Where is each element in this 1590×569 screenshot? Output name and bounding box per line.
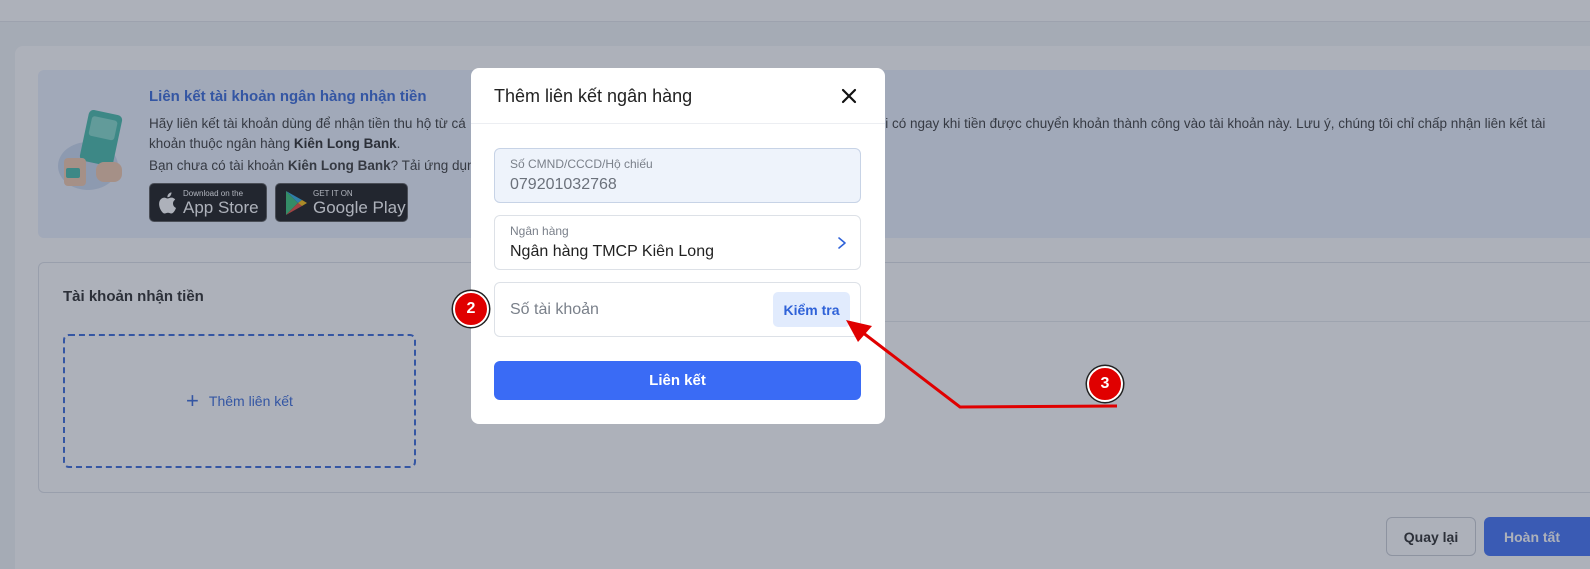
annotation-step-3: 3	[1087, 366, 1123, 402]
annotation-step-2: 2	[453, 291, 489, 327]
modal-header: Thêm liên kết ngân hàng	[471, 68, 885, 124]
account-number-field: Kiểm tra	[494, 282, 861, 337]
link-submit-button[interactable]: Liên kết	[494, 361, 861, 400]
add-bank-link-modal: Thêm liên kết ngân hàng Số CMND/CCCD/Hộ …	[471, 68, 885, 424]
modal-title: Thêm liên kết ngân hàng	[494, 86, 693, 106]
id-number-field[interactable]: Số CMND/CCCD/Hộ chiếu 079201032768	[494, 148, 861, 203]
chevron-right-icon	[838, 237, 846, 249]
bank-label: Ngân hàng	[510, 224, 569, 238]
close-button[interactable]	[837, 84, 861, 108]
id-number-value: 079201032768	[510, 176, 617, 193]
check-button[interactable]: Kiểm tra	[773, 292, 850, 327]
account-number-input[interactable]	[510, 299, 760, 321]
close-icon	[841, 88, 857, 104]
id-number-label: Số CMND/CCCD/Hộ chiếu	[510, 157, 653, 171]
bank-value: Ngân hàng TMCP Kiên Long	[510, 243, 714, 260]
bank-select[interactable]: Ngân hàng Ngân hàng TMCP Kiên Long	[494, 215, 861, 270]
